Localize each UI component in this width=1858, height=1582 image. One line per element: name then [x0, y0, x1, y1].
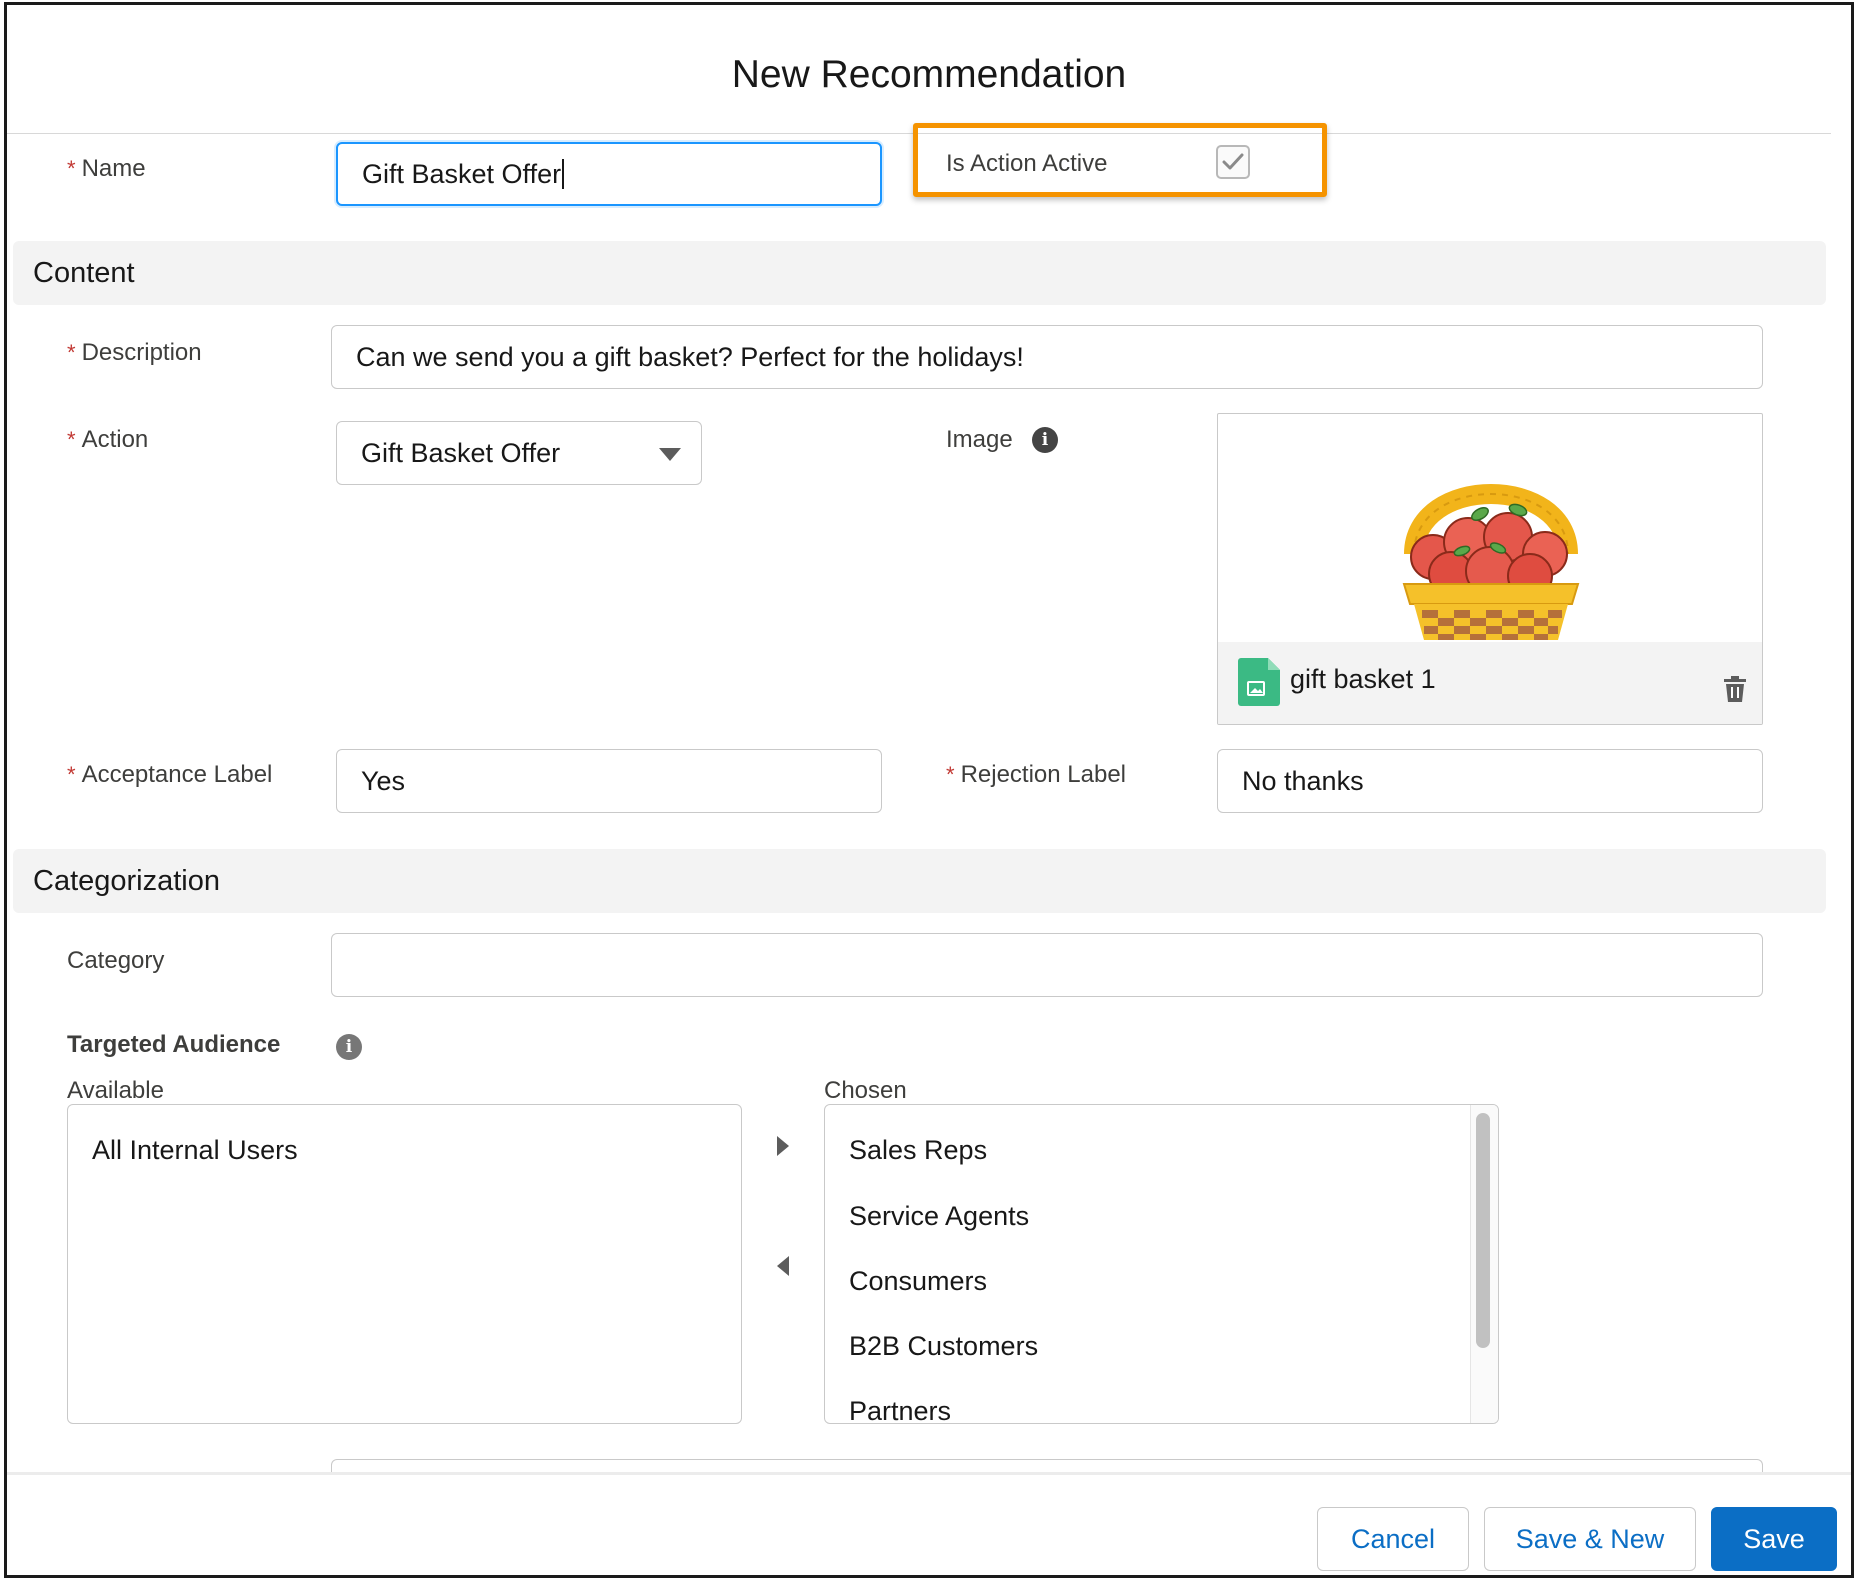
- required-marker: *: [67, 156, 76, 181]
- description-input[interactable]: Can we send you a gift basket? Perfect f…: [331, 325, 1763, 389]
- name-label: * Name: [67, 155, 146, 182]
- cancel-button[interactable]: Cancel: [1317, 1507, 1469, 1571]
- is-action-active-label: Is Action Active: [946, 150, 1108, 177]
- gift-basket-image: [1402, 484, 1580, 640]
- is-action-active-checkbox[interactable]: [1216, 145, 1250, 179]
- list-item[interactable]: B2B Customers: [849, 1331, 1038, 1362]
- chosen-list-label: Chosen: [824, 1077, 907, 1104]
- save-button[interactable]: Save: [1711, 1507, 1837, 1571]
- targeted-audience-label: Targeted Audience: [67, 1031, 281, 1058]
- info-icon[interactable]: i: [1032, 427, 1058, 453]
- name-input[interactable]: Gift Basket Offer: [336, 142, 882, 206]
- available-listbox[interactable]: All Internal Users: [67, 1104, 742, 1424]
- list-item[interactable]: All Internal Users: [92, 1135, 298, 1166]
- scrollbar-thumb[interactable]: [1476, 1113, 1490, 1348]
- rejection-label-label: * Rejection Label: [946, 761, 1127, 788]
- scrollbar[interactable]: [1470, 1105, 1498, 1423]
- checkmark-icon: [1222, 153, 1244, 170]
- modal-title: New Recommendation: [731, 53, 1127, 96]
- info-icon[interactable]: i: [336, 1034, 362, 1060]
- action-label: * Action: [67, 426, 149, 453]
- move-right-icon[interactable]: [775, 1135, 791, 1157]
- action-select[interactable]: Gift Basket Offer: [336, 421, 702, 485]
- new-recommendation-modal: New Recommendation * Name Gift Basket Off…: [4, 2, 1854, 1578]
- chosen-listbox[interactable]: Sales Reps Service Agents Consumers B2B …: [824, 1104, 1499, 1424]
- image-preview: gift basket 1: [1217, 413, 1763, 725]
- section-content: Content: [13, 241, 1826, 305]
- list-item[interactable]: Partners: [849, 1396, 951, 1423]
- image-file-icon: [1238, 658, 1280, 706]
- available-list-label: Available: [67, 1077, 164, 1104]
- category-label: Category: [67, 947, 165, 974]
- image-label: Image: [946, 426, 1013, 453]
- save-and-new-button[interactable]: Save & New: [1484, 1507, 1696, 1571]
- description-label: * Description: [67, 339, 202, 366]
- move-left-icon[interactable]: [775, 1255, 791, 1277]
- required-marker: *: [67, 762, 76, 787]
- list-item[interactable]: Consumers: [849, 1266, 987, 1297]
- rejection-label-input[interactable]: No thanks: [1217, 749, 1763, 813]
- acceptance-label-input[interactable]: Yes: [336, 749, 882, 813]
- acceptance-label-label: * Acceptance Label: [67, 761, 273, 788]
- required-marker: *: [946, 762, 955, 787]
- required-marker: *: [67, 427, 76, 452]
- list-item[interactable]: Service Agents: [849, 1201, 1029, 1232]
- text-caret: [562, 159, 565, 189]
- image-file-name: gift basket 1: [1290, 664, 1436, 694]
- image-file-row: gift basket 1: [1218, 642, 1762, 724]
- category-input[interactable]: [331, 933, 1763, 997]
- list-item[interactable]: Sales Reps: [849, 1135, 987, 1166]
- required-marker: *: [67, 340, 76, 365]
- trash-icon[interactable]: [1724, 676, 1746, 702]
- chevron-down-icon: [659, 448, 681, 461]
- section-categorization: Categorization: [13, 849, 1826, 913]
